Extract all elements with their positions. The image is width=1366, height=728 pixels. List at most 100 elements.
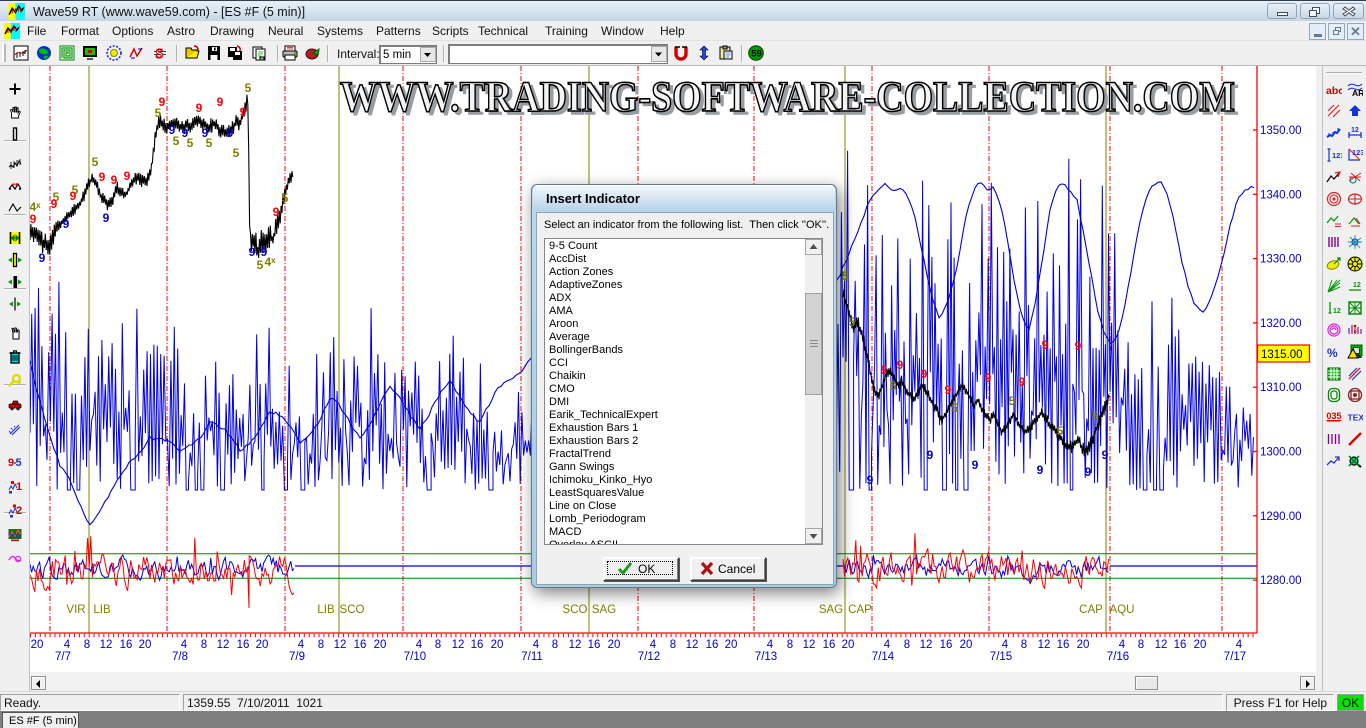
svg-text:1320.00: 1320.00 xyxy=(1260,318,1302,330)
svg-text:AQU: AQU xyxy=(1110,604,1135,616)
svg-text:123: 123 xyxy=(1352,148,1363,157)
svg-text:1340.00: 1340.00 xyxy=(1260,189,1302,201)
svg-text:12: 12 xyxy=(803,639,816,651)
svg-text:7/12: 7/12 xyxy=(638,651,660,663)
svg-text:20: 20 xyxy=(491,639,504,651)
svg-text:9: 9 xyxy=(196,101,203,115)
svg-text:8: 8 xyxy=(904,639,910,651)
svg-text:9: 9 xyxy=(897,358,904,372)
svg-text:5: 5 xyxy=(952,401,959,415)
svg-text:16: 16 xyxy=(706,639,719,651)
svg-text:5: 5 xyxy=(16,457,22,469)
svg-text:WWW.TRADING-SOFTWARE-COLLECTIO: WWW.TRADING-SOFTWARE-COLLECTION.COM xyxy=(340,74,1235,121)
svg-text:7/14: 7/14 xyxy=(872,651,895,663)
svg-text:16: 16 xyxy=(120,639,133,651)
svg-text:5: 5 xyxy=(257,258,264,272)
svg-text:abc: abc xyxy=(1326,85,1342,97)
svg-text:9: 9 xyxy=(227,126,234,140)
svg-text:9: 9 xyxy=(1037,463,1044,477)
svg-text:9: 9 xyxy=(1102,448,1109,462)
svg-text:16: 16 xyxy=(471,639,484,651)
svg-text:8: 8 xyxy=(670,639,676,651)
svg-text:9: 9 xyxy=(273,205,280,219)
svg-text:123: 123 xyxy=(1332,151,1342,160)
svg-text:LIB: LIB xyxy=(317,604,335,616)
svg-text:4: 4 xyxy=(1119,639,1126,651)
svg-text:5: 5 xyxy=(842,269,849,283)
svg-text:9: 9 xyxy=(927,448,934,462)
svg-text:VIR: VIR xyxy=(66,604,85,616)
svg-text:4: 4 xyxy=(64,639,71,651)
svg-text:16: 16 xyxy=(588,639,601,651)
svg-text:20: 20 xyxy=(842,639,855,651)
svg-text:12: 12 xyxy=(569,639,582,651)
svg-text:SCO: SCO xyxy=(340,604,365,616)
svg-text:16: 16 xyxy=(237,639,250,651)
svg-text:1: 1 xyxy=(16,481,22,493)
svg-text:8: 8 xyxy=(787,639,793,651)
svg-text:7/8: 7/8 xyxy=(172,651,188,663)
svg-text:59: 59 xyxy=(751,49,762,60)
svg-text:SCO: SCO xyxy=(563,604,588,616)
svg-text:12: 12 xyxy=(334,639,347,651)
svg-text:9: 9 xyxy=(1019,375,1026,389)
svg-text:TEXT: TEXT xyxy=(1348,413,1364,423)
svg-text:4: 4 xyxy=(884,639,891,651)
svg-text:9: 9 xyxy=(1075,339,1082,353)
svg-text:5: 5 xyxy=(1057,424,1064,438)
svg-text:8: 8 xyxy=(552,639,558,651)
svg-text:7/10: 7/10 xyxy=(404,651,426,663)
svg-text:4: 4 xyxy=(1236,639,1243,651)
svg-text:AR: AR xyxy=(1352,88,1363,98)
svg-text:12: 12 xyxy=(1333,308,1341,315)
svg-text:9: 9 xyxy=(921,367,928,381)
svg-text:5: 5 xyxy=(890,379,897,393)
svg-text:1310.00: 1310.00 xyxy=(1260,382,1302,394)
svg-text:9: 9 xyxy=(202,126,209,140)
svg-text:20: 20 xyxy=(1077,639,1090,651)
svg-text:9: 9 xyxy=(99,170,106,184)
svg-text:9: 9 xyxy=(124,169,131,183)
svg-text:5: 5 xyxy=(282,191,289,205)
svg-text:LIB: LIB xyxy=(93,604,111,616)
svg-text:4: 4 xyxy=(650,639,657,651)
svg-text:20: 20 xyxy=(374,639,387,651)
svg-text:9: 9 xyxy=(70,189,77,203)
svg-text:20: 20 xyxy=(725,639,738,651)
svg-text:5: 5 xyxy=(245,81,252,95)
svg-text:9: 9 xyxy=(30,212,37,226)
svg-text:7/9: 7/9 xyxy=(289,651,305,663)
svg-text:7/13: 7/13 xyxy=(755,651,777,663)
svg-text:16: 16 xyxy=(1057,639,1070,651)
svg-text:12: 12 xyxy=(1353,282,1361,289)
svg-text:5: 5 xyxy=(1009,394,1016,408)
svg-text:4: 4 xyxy=(1002,639,1009,651)
svg-text:12: 12 xyxy=(452,639,465,651)
svg-text:7/17: 7/17 xyxy=(1224,651,1246,663)
svg-text:1300.00: 1300.00 xyxy=(1260,447,1302,459)
svg-text:20: 20 xyxy=(960,639,973,651)
svg-text:9: 9 xyxy=(240,105,247,119)
svg-text:7/7: 7/7 xyxy=(55,651,71,663)
svg-text:8: 8 xyxy=(318,639,324,651)
svg-text:9: 9 xyxy=(103,211,110,225)
svg-text:8: 8 xyxy=(201,639,207,651)
svg-text:4: 4 xyxy=(533,639,540,651)
svg-text:12: 12 xyxy=(1351,127,1359,134)
svg-text:5: 5 xyxy=(233,146,240,160)
svg-text:8: 8 xyxy=(1138,639,1144,651)
svg-text:9: 9 xyxy=(867,473,874,487)
svg-text:16: 16 xyxy=(1174,639,1187,651)
svg-text:20: 20 xyxy=(608,639,621,651)
svg-text:S: S xyxy=(156,47,164,61)
svg-text:035: 035 xyxy=(1327,411,1342,421)
svg-text:12: 12 xyxy=(100,639,113,651)
svg-text:20: 20 xyxy=(256,639,269,651)
svg-text:9: 9 xyxy=(63,217,70,231)
svg-text:1330.00: 1330.00 xyxy=(1260,254,1302,266)
svg-text:7/16: 7/16 xyxy=(1107,651,1129,663)
svg-text:9: 9 xyxy=(8,457,14,469)
svg-text:9: 9 xyxy=(39,251,46,265)
svg-text:9: 9 xyxy=(51,197,58,211)
svg-text:1280.00: 1280.00 xyxy=(1260,575,1302,587)
